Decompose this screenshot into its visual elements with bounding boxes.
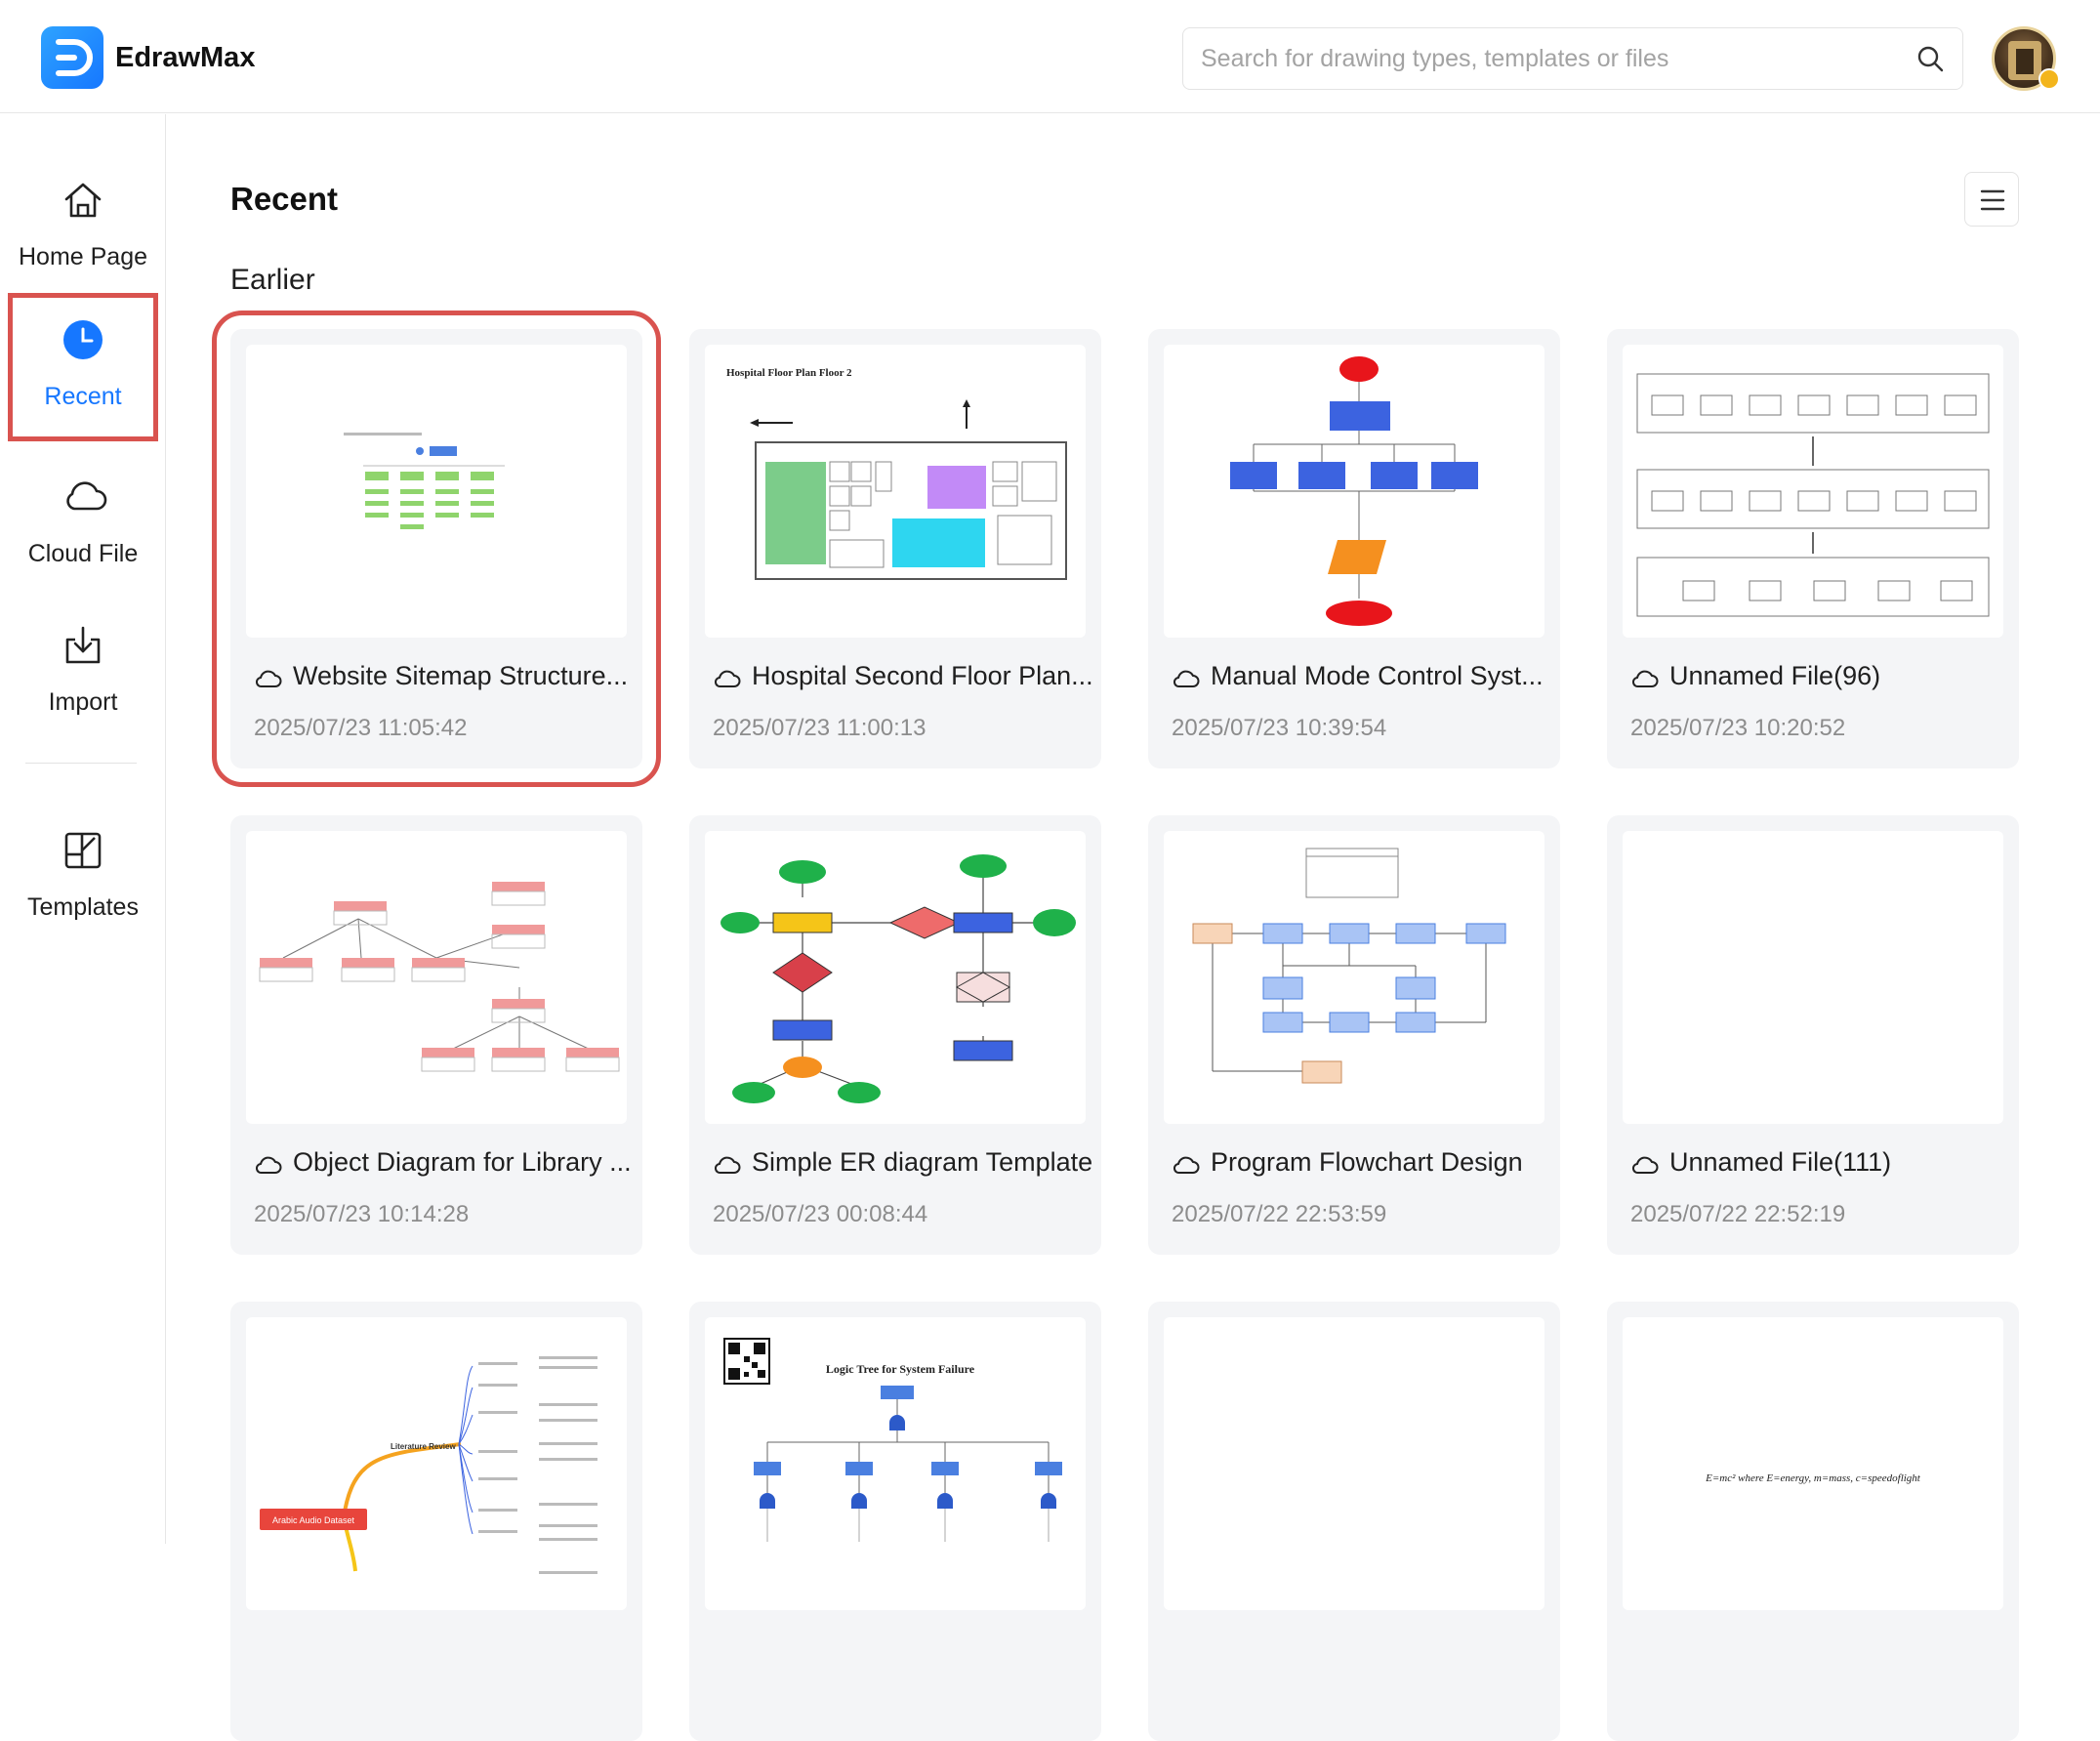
file-thumbnail — [1623, 345, 2003, 638]
hamburger-icon — [1980, 189, 2005, 211]
file-card[interactable]: Arabic Audio Dataset Literature Review — [230, 1302, 642, 1741]
file-title: Website Sitemap Structure... — [293, 661, 629, 690]
file-title-row: Unnamed File(96) — [1630, 661, 2011, 696]
file-thumbnail — [1164, 1317, 1544, 1610]
app-logo[interactable] — [41, 26, 103, 89]
clock-icon — [62, 318, 104, 361]
sidebar-item-import[interactable]: Import — [8, 599, 158, 747]
file-title: Hospital Second Floor Plan... — [752, 661, 1093, 690]
sidebar-item-label: Import — [48, 688, 118, 716]
thumb-formula: E=mc² where E=energy, m=mass, c=speedofl… — [1705, 1472, 1921, 1484]
file-title: Unnamed File(96) — [1669, 661, 1881, 690]
vip-badge-icon — [2038, 68, 2060, 90]
file-title-row: Simple ER diagram Template — [713, 1147, 1093, 1182]
file-card[interactable] — [1148, 1302, 1560, 1741]
file-date: 2025/07/23 00:08:44 — [713, 1201, 928, 1227]
file-thumbnail — [246, 345, 627, 638]
file-title: Program Flowchart Design — [1211, 1147, 1523, 1177]
file-title: Object Diagram for Library ... — [293, 1147, 632, 1177]
thumb-logic-title: Logic Tree for System Failure — [826, 1362, 975, 1376]
cloud-icon — [713, 1153, 742, 1181]
cloud-icon — [1172, 667, 1201, 695]
file-title: Simple ER diagram Template — [752, 1147, 1093, 1177]
cloud-icon — [1630, 667, 1660, 695]
sidebar-item-label: Cloud File — [27, 540, 139, 567]
thumb-lit-label: Literature Review — [391, 1442, 456, 1451]
file-title-row: Program Flowchart Design — [1172, 1147, 1552, 1182]
cloud-icon — [713, 667, 742, 695]
file-date: 2025/07/22 22:53:59 — [1172, 1201, 1387, 1227]
sidebar-item-home[interactable]: Home Page — [8, 153, 158, 302]
cloud-icon — [1172, 1153, 1201, 1181]
file-thumbnail: Logic Tree for System Failure — [705, 1317, 1086, 1610]
cloud-icon — [1630, 1153, 1660, 1181]
cloud-icon — [254, 667, 283, 695]
file-card[interactable]: E=mc² where E=energy, m=mass, c=speedofl… — [1607, 1302, 2019, 1741]
file-thumbnail: Hospital Floor Plan Floor 2 — [705, 345, 1086, 638]
file-title: Unnamed File(111) — [1669, 1147, 1892, 1177]
file-card[interactable]: Hospital Floor Plan Floor 2 Hospital Sec… — [689, 329, 1101, 768]
file-card[interactable]: Unnamed File(111) 2025/07/22 22:52:19 — [1607, 815, 2019, 1255]
file-title-row: Manual Mode Control Syst... — [1172, 661, 1552, 696]
file-thumbnail — [1623, 831, 2003, 1124]
file-date: 2025/07/23 10:39:54 — [1172, 715, 1387, 741]
file-thumbnail — [705, 831, 1086, 1124]
top-bar: EdrawMax — [0, 0, 2100, 113]
file-card[interactable]: Manual Mode Control Syst... 2025/07/23 1… — [1148, 329, 1560, 768]
page-title: Recent — [230, 181, 339, 217]
sidebar-item-label: Templates — [27, 893, 139, 921]
file-thumbnail — [1164, 831, 1544, 1124]
file-title: Manual Mode Control Syst... — [1211, 661, 1544, 690]
import-icon — [62, 624, 104, 667]
file-title-row: Object Diagram for Library ... — [254, 1147, 635, 1182]
home-icon — [62, 179, 104, 222]
sidebar-item-cloud-file[interactable]: Cloud File — [8, 450, 158, 599]
search-icon[interactable] — [1915, 44, 1945, 78]
file-card[interactable]: Website Sitemap Structure... 2025/07/23 … — [212, 311, 661, 787]
cloud-icon — [254, 1153, 283, 1181]
section-title-earlier: Earlier — [230, 264, 315, 296]
file-title-row: Website Sitemap Structure... — [254, 661, 635, 696]
thumb-dataset-label: Arabic Audio Dataset — [272, 1515, 355, 1525]
sidebar-item-recent[interactable]: Recent — [8, 293, 158, 441]
templates-icon — [62, 829, 104, 872]
file-date: 2025/07/23 11:05:42 — [254, 715, 468, 741]
sidebar-divider — [25, 763, 137, 764]
file-thumbnail: E=mc² where E=energy, m=mass, c=speedofl… — [1623, 1317, 2003, 1610]
file-thumbnail: Arabic Audio Dataset Literature Review — [246, 1317, 627, 1610]
sidebar: Home Page Recent Cloud File Import Templ… — [0, 114, 166, 1544]
file-thumbnail — [1164, 345, 1544, 638]
file-card[interactable]: Simple ER diagram Template 2025/07/23 00… — [689, 815, 1101, 1255]
search-box[interactable] — [1182, 27, 1963, 90]
sidebar-item-label: Recent — [44, 383, 122, 410]
file-date: 2025/07/23 11:00:13 — [713, 715, 926, 741]
file-date: 2025/07/23 10:20:52 — [1630, 715, 1846, 741]
search-input[interactable] — [1201, 28, 1884, 89]
view-menu-button[interactable] — [1964, 172, 2019, 227]
file-card[interactable]: Logic Tree for System Failure — [689, 1302, 1101, 1741]
sidebar-item-label: Home Page — [18, 243, 148, 270]
cloud-icon — [62, 476, 107, 518]
file-title-row: Unnamed File(111) — [1630, 1147, 2011, 1182]
file-card[interactable]: Object Diagram for Library ... 2025/07/2… — [230, 815, 642, 1255]
app-name: EdrawMax — [115, 42, 256, 73]
sidebar-item-templates[interactable]: Templates — [8, 804, 158, 952]
file-date: 2025/07/23 10:14:28 — [254, 1201, 470, 1227]
file-card[interactable]: Unnamed File(96) 2025/07/23 10:20:52 — [1607, 329, 2019, 768]
file-card[interactable]: Program Flowchart Design 2025/07/22 22:5… — [1148, 815, 1560, 1255]
file-thumbnail — [246, 831, 627, 1124]
thumb-hospital-title: Hospital Floor Plan Floor 2 — [726, 367, 852, 379]
file-date: 2025/07/22 22:52:19 — [1630, 1201, 1846, 1227]
file-title-row: Hospital Second Floor Plan... — [713, 661, 1093, 696]
